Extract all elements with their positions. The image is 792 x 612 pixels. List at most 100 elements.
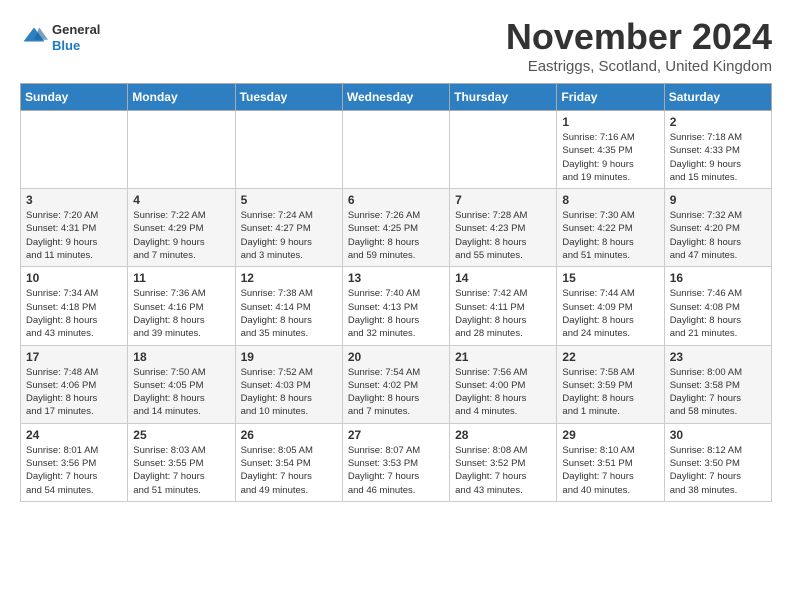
month-title: November 2024	[506, 16, 772, 58]
day-number: 30	[670, 428, 766, 442]
calendar-cell: 24 Sunrise: 8:01 AM Sunset: 3:56 PM Dayli…	[21, 423, 128, 501]
calendar-cell: 14 Sunrise: 7:42 AM Sunset: 4:11 PM Dayli…	[450, 267, 557, 345]
day-detail: Sunrise: 8:03 AM Sunset: 3:55 PM Dayligh…	[133, 444, 229, 497]
calendar-week-row: 17 Sunrise: 7:48 AM Sunset: 4:06 PM Dayli…	[21, 345, 772, 423]
day-number: 16	[670, 271, 766, 285]
calendar-cell	[128, 111, 235, 189]
calendar-cell: 20Sunrise: 7:54 AM Sunset: 4:02 PM Dayli…	[342, 345, 449, 423]
day-number: 3	[26, 193, 122, 207]
calendar-cell: 6 Sunrise: 7:26 AM Sunset: 4:25 PM Daylig…	[342, 189, 449, 267]
calendar-table: SundayMondayTuesdayWednesdayThursdayFrid…	[20, 83, 772, 502]
calendar-cell	[450, 111, 557, 189]
day-number: 18	[133, 350, 229, 364]
calendar-week-row: 24 Sunrise: 8:01 AM Sunset: 3:56 PM Dayli…	[21, 423, 772, 501]
day-detail: Sunrise: 7:32 AM Sunset: 4:20 PM Dayligh…	[670, 209, 766, 262]
day-number: 12	[241, 271, 337, 285]
day-number: 22	[562, 350, 658, 364]
calendar-cell: 2Sunrise: 7:18 AM Sunset: 4:33 PM Daylig…	[664, 111, 771, 189]
day-detail: Sunrise: 7:28 AM Sunset: 4:23 PM Dayligh…	[455, 209, 551, 262]
day-number: 7	[455, 193, 551, 207]
day-number: 1	[562, 115, 658, 129]
logo-icon	[20, 24, 48, 52]
day-detail: Sunrise: 7:54 AM Sunset: 4:02 PM Dayligh…	[348, 366, 444, 419]
calendar-cell: 21 Sunrise: 7:56 AM Sunset: 4:00 PM Dayli…	[450, 345, 557, 423]
day-detail: Sunrise: 8:05 AM Sunset: 3:54 PM Dayligh…	[241, 444, 337, 497]
day-detail: Sunrise: 7:34 AM Sunset: 4:18 PM Dayligh…	[26, 287, 122, 340]
calendar-cell: 3 Sunrise: 7:20 AM Sunset: 4:31 PM Daylig…	[21, 189, 128, 267]
calendar-cell: 30 Sunrise: 8:12 AM Sunset: 3:50 PM Dayli…	[664, 423, 771, 501]
logo-text: General Blue	[52, 22, 100, 53]
calendar-cell	[342, 111, 449, 189]
day-number: 14	[455, 271, 551, 285]
day-number: 19	[241, 350, 337, 364]
weekday-header-sunday: Sunday	[21, 84, 128, 111]
calendar-cell: 23 Sunrise: 8:00 AM Sunset: 3:58 PM Dayli…	[664, 345, 771, 423]
day-detail: Sunrise: 7:40 AM Sunset: 4:13 PM Dayligh…	[348, 287, 444, 340]
day-number: 6	[348, 193, 444, 207]
title-block: November 2024 Eastriggs, Scotland, Unite…	[506, 16, 772, 75]
day-number: 17	[26, 350, 122, 364]
logo-general: General	[52, 22, 100, 38]
day-number: 15	[562, 271, 658, 285]
calendar-cell: 13 Sunrise: 7:40 AM Sunset: 4:13 PM Dayli…	[342, 267, 449, 345]
day-detail: Sunrise: 8:01 AM Sunset: 3:56 PM Dayligh…	[26, 444, 122, 497]
day-detail: Sunrise: 7:50 AM Sunset: 4:05 PM Dayligh…	[133, 366, 229, 419]
calendar-cell: 5 Sunrise: 7:24 AM Sunset: 4:27 PM Daylig…	[235, 189, 342, 267]
weekday-header-saturday: Saturday	[664, 84, 771, 111]
day-detail: Sunrise: 7:30 AM Sunset: 4:22 PM Dayligh…	[562, 209, 658, 262]
day-detail: Sunrise: 7:56 AM Sunset: 4:00 PM Dayligh…	[455, 366, 551, 419]
day-detail: Sunrise: 7:48 AM Sunset: 4:06 PM Dayligh…	[26, 366, 122, 419]
day-detail: Sunrise: 7:24 AM Sunset: 4:27 PM Dayligh…	[241, 209, 337, 262]
day-detail: Sunrise: 8:07 AM Sunset: 3:53 PM Dayligh…	[348, 444, 444, 497]
day-number: 13	[348, 271, 444, 285]
calendar-cell: 19 Sunrise: 7:52 AM Sunset: 4:03 PM Dayli…	[235, 345, 342, 423]
calendar-cell: 4Sunrise: 7:22 AM Sunset: 4:29 PM Daylig…	[128, 189, 235, 267]
logo-blue: Blue	[52, 38, 100, 54]
day-detail: Sunrise: 7:18 AM Sunset: 4:33 PM Dayligh…	[670, 131, 766, 184]
day-detail: Sunrise: 7:52 AM Sunset: 4:03 PM Dayligh…	[241, 366, 337, 419]
location-subtitle: Eastriggs, Scotland, United Kingdom	[506, 58, 772, 75]
day-detail: Sunrise: 7:26 AM Sunset: 4:25 PM Dayligh…	[348, 209, 444, 262]
day-detail: Sunrise: 7:20 AM Sunset: 4:31 PM Dayligh…	[26, 209, 122, 262]
calendar-cell: 25 Sunrise: 8:03 AM Sunset: 3:55 PM Dayli…	[128, 423, 235, 501]
day-number: 24	[26, 428, 122, 442]
calendar-week-row: 1 Sunrise: 7:16 AM Sunset: 4:35 PM Daylig…	[21, 111, 772, 189]
calendar-cell: 27Sunrise: 8:07 AM Sunset: 3:53 PM Dayli…	[342, 423, 449, 501]
day-detail: Sunrise: 7:36 AM Sunset: 4:16 PM Dayligh…	[133, 287, 229, 340]
calendar-cell: 12 Sunrise: 7:38 AM Sunset: 4:14 PM Dayli…	[235, 267, 342, 345]
weekday-header-tuesday: Tuesday	[235, 84, 342, 111]
calendar-cell: 28 Sunrise: 8:08 AM Sunset: 3:52 PM Dayli…	[450, 423, 557, 501]
calendar-cell: 29 Sunrise: 8:10 AM Sunset: 3:51 PM Dayli…	[557, 423, 664, 501]
day-detail: Sunrise: 8:10 AM Sunset: 3:51 PM Dayligh…	[562, 444, 658, 497]
weekday-header-monday: Monday	[128, 84, 235, 111]
weekday-header-thursday: Thursday	[450, 84, 557, 111]
day-detail: Sunrise: 7:46 AM Sunset: 4:08 PM Dayligh…	[670, 287, 766, 340]
day-number: 21	[455, 350, 551, 364]
day-detail: Sunrise: 7:38 AM Sunset: 4:14 PM Dayligh…	[241, 287, 337, 340]
weekday-header-wednesday: Wednesday	[342, 84, 449, 111]
calendar-cell: 8Sunrise: 7:30 AM Sunset: 4:22 PM Daylig…	[557, 189, 664, 267]
day-detail: Sunrise: 8:08 AM Sunset: 3:52 PM Dayligh…	[455, 444, 551, 497]
day-number: 5	[241, 193, 337, 207]
day-detail: Sunrise: 7:58 AM Sunset: 3:59 PM Dayligh…	[562, 366, 658, 419]
calendar-cell	[235, 111, 342, 189]
calendar-cell: 16 Sunrise: 7:46 AM Sunset: 4:08 PM Dayli…	[664, 267, 771, 345]
day-number: 28	[455, 428, 551, 442]
day-detail: Sunrise: 8:12 AM Sunset: 3:50 PM Dayligh…	[670, 444, 766, 497]
day-number: 25	[133, 428, 229, 442]
calendar-week-row: 10Sunrise: 7:34 AM Sunset: 4:18 PM Dayli…	[21, 267, 772, 345]
day-detail: Sunrise: 7:16 AM Sunset: 4:35 PM Dayligh…	[562, 131, 658, 184]
day-number: 23	[670, 350, 766, 364]
calendar-cell: 18 Sunrise: 7:50 AM Sunset: 4:05 PM Dayli…	[128, 345, 235, 423]
day-detail: Sunrise: 7:42 AM Sunset: 4:11 PM Dayligh…	[455, 287, 551, 340]
weekday-header-row: SundayMondayTuesdayWednesdayThursdayFrid…	[21, 84, 772, 111]
logo: General Blue	[20, 22, 100, 53]
calendar-cell: 17 Sunrise: 7:48 AM Sunset: 4:06 PM Dayli…	[21, 345, 128, 423]
header: General Blue November 2024 Eastriggs, Sc…	[20, 16, 772, 75]
calendar-cell: 11Sunrise: 7:36 AM Sunset: 4:16 PM Dayli…	[128, 267, 235, 345]
calendar-cell: 22 Sunrise: 7:58 AM Sunset: 3:59 PM Dayli…	[557, 345, 664, 423]
calendar-cell	[21, 111, 128, 189]
day-detail: Sunrise: 8:00 AM Sunset: 3:58 PM Dayligh…	[670, 366, 766, 419]
day-number: 29	[562, 428, 658, 442]
calendar-cell: 26Sunrise: 8:05 AM Sunset: 3:54 PM Dayli…	[235, 423, 342, 501]
